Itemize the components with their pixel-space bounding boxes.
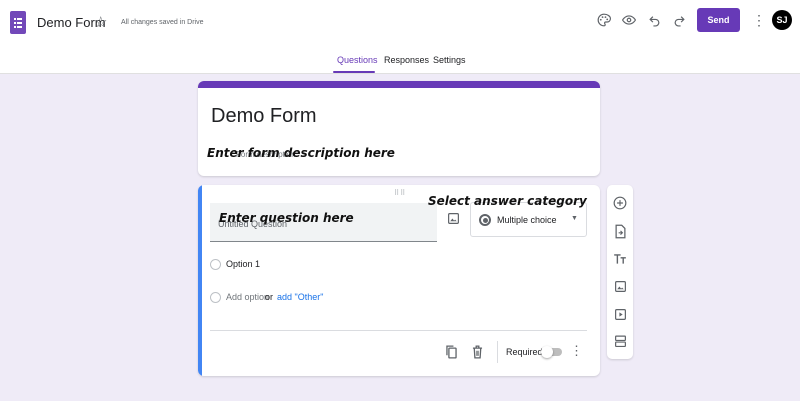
list-dot — [14, 26, 16, 28]
save-status: All changes saved in Drive — [121, 19, 204, 26]
undo-icon[interactable] — [645, 11, 663, 29]
list-line — [17, 26, 22, 28]
add-title-text-icon[interactable] — [612, 251, 628, 267]
tab-bar: Questions Responses Settings — [0, 53, 800, 74]
question-type-label: Multiple choice — [497, 215, 557, 225]
radio-button-icon — [479, 214, 491, 226]
side-toolbar — [607, 185, 633, 359]
add-option-radio-icon — [210, 292, 221, 303]
footer-separator — [497, 341, 498, 363]
required-label: Required — [506, 347, 543, 357]
or-text: or — [265, 292, 274, 302]
add-video-icon[interactable] — [612, 306, 628, 322]
add-question-icon[interactable] — [612, 195, 628, 211]
active-tab-indicator — [333, 71, 375, 73]
add-image-icon[interactable] — [447, 212, 461, 226]
import-questions-icon[interactable] — [612, 223, 628, 239]
form-header-card: Demo Form Form description — [198, 81, 600, 176]
card-accent-bar — [198, 81, 600, 88]
annotation-category: Select answer category — [428, 194, 587, 208]
annotation-question: Enter question here — [219, 211, 354, 225]
redo-icon[interactable] — [670, 11, 688, 29]
active-card-indicator — [198, 185, 202, 376]
list-line — [17, 22, 22, 24]
duplicate-icon[interactable] — [445, 344, 459, 360]
preview-eye-icon[interactable] — [620, 11, 638, 29]
forms-app-icon[interactable] — [10, 11, 26, 34]
dropdown-caret-icon: ▼ — [571, 215, 578, 222]
toggle-knob — [541, 346, 553, 358]
add-other-link[interactable]: add "Other" — [277, 292, 323, 302]
add-option-button[interactable]: Add option — [226, 292, 269, 302]
more-vert-icon[interactable]: ⋮ — [752, 11, 766, 29]
delete-icon[interactable] — [471, 344, 485, 360]
more-options-icon[interactable]: ⋮ — [570, 343, 583, 359]
star-icon[interactable]: ☆ — [94, 13, 107, 31]
tab-questions[interactable]: Questions — [337, 55, 378, 65]
palette-icon[interactable] — [595, 11, 613, 29]
option-1-label[interactable]: Option 1 — [226, 259, 260, 269]
add-section-icon[interactable] — [612, 333, 628, 349]
list-dot — [14, 18, 16, 20]
tab-responses[interactable]: Responses — [384, 55, 429, 65]
drag-handle-icon[interactable]: ⠿⠿ — [394, 189, 406, 197]
required-toggle[interactable] — [541, 346, 562, 358]
list-dot — [14, 22, 16, 24]
option-radio-icon — [210, 259, 221, 270]
form-title-input[interactable]: Demo Form — [211, 105, 317, 128]
annotation-description: Enter form description here — [207, 146, 395, 160]
footer-divider — [210, 330, 587, 331]
avatar[interactable]: SJ — [772, 10, 792, 30]
send-button[interactable]: Send — [697, 8, 740, 32]
top-header: Demo Form ☆ All changes saved in Drive S… — [0, 0, 800, 74]
add-image-icon[interactable] — [612, 278, 628, 294]
tab-settings[interactable]: Settings — [433, 55, 466, 65]
list-line — [17, 18, 22, 20]
